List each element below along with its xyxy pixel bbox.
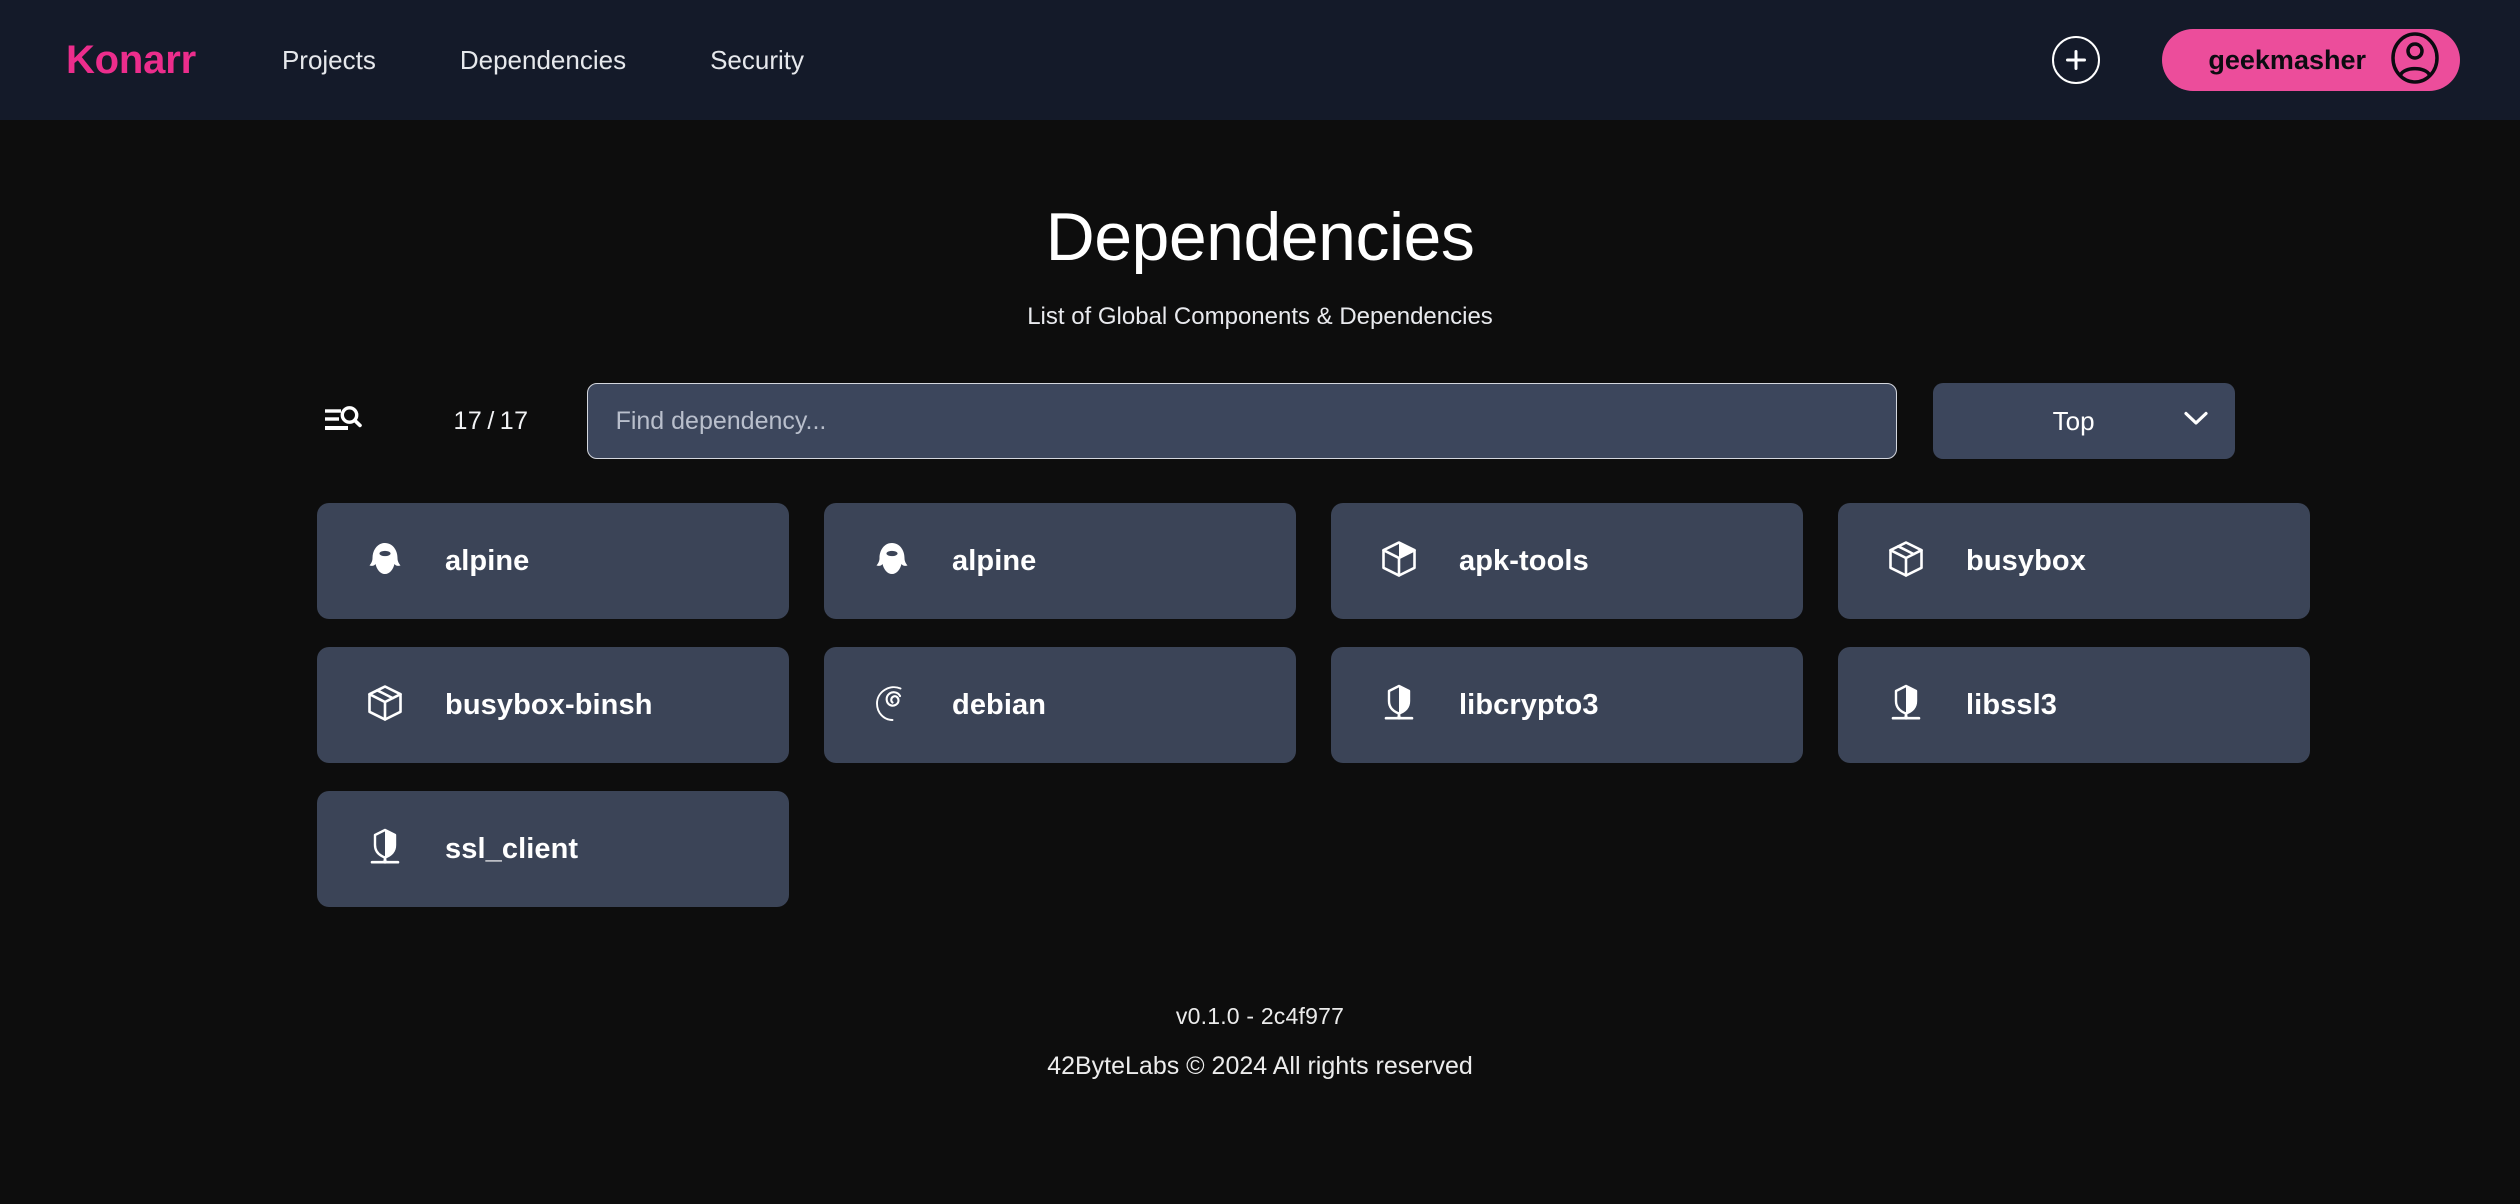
result-count-current: 17	[454, 407, 483, 435]
dependency-card[interactable]: libssl3	[1838, 647, 2310, 763]
copyright-notice: 42ByteLabs © 2024 All rights reserved	[0, 1052, 2520, 1081]
result-count-total: 17	[500, 407, 529, 435]
dependency-card[interactable]: busybox	[1838, 503, 2310, 619]
top-navbar: Konarr Projects Dependencies Security ge…	[0, 0, 2520, 120]
controls-bar: 17/17 Top	[268, 383, 2253, 459]
package-box-icon	[1884, 537, 1928, 586]
primary-navigation: Projects Dependencies Security	[282, 45, 804, 76]
dependency-name: busybox	[1966, 545, 2086, 578]
dependency-name: ssl_client	[445, 833, 578, 866]
result-count: 17/17	[454, 407, 529, 436]
dependency-card[interactable]: ssl_client	[317, 791, 789, 907]
dependency-name: alpine	[445, 545, 529, 578]
result-count-separator: /	[487, 407, 494, 435]
user-circle-icon	[2388, 31, 2442, 90]
search-input[interactable]	[587, 383, 1897, 459]
plus-circle-icon[interactable]	[2052, 36, 2100, 84]
brand-logo[interactable]: Konarr	[66, 38, 196, 83]
dependency-card[interactable]: libcrypto3	[1331, 647, 1803, 763]
dependency-card[interactable]: busybox-binsh	[317, 647, 789, 763]
sort-select[interactable]: Top	[1933, 383, 2235, 459]
debian-swirl-icon	[870, 681, 914, 730]
user-menu-button[interactable]: geekmasher	[2162, 29, 2460, 91]
alpine-penguin-icon	[870, 537, 914, 586]
dependency-name: libssl3	[1966, 689, 2057, 722]
openssl-shield-icon	[1377, 681, 1421, 730]
dependency-card[interactable]: apk-tools	[1331, 503, 1803, 619]
sort-dropdown-wrapper: Top	[1933, 383, 2235, 459]
page-title: Dependencies	[0, 198, 2520, 276]
nav-link-projects[interactable]: Projects	[282, 45, 376, 76]
main-content: Dependencies List of Global Components &…	[0, 120, 2520, 1081]
navbar-actions: geekmasher	[2052, 29, 2460, 91]
nav-link-security[interactable]: Security	[710, 45, 804, 76]
page-footer: v0.1.0 - 2c4f977 42ByteLabs © 2024 All r…	[0, 1003, 2520, 1081]
dependency-name: apk-tools	[1459, 545, 1589, 578]
dependency-name: busybox-binsh	[445, 689, 653, 722]
dependency-name: libcrypto3	[1459, 689, 1599, 722]
app-version: v0.1.0 - 2c4f977	[0, 1003, 2520, 1030]
page-subtitle: List of Global Components & Dependencies	[0, 303, 2520, 331]
openssl-shield-icon	[363, 825, 407, 874]
dependency-name: debian	[952, 689, 1046, 722]
alpine-penguin-icon	[363, 537, 407, 586]
dependency-grid: alpine alpine	[265, 503, 2255, 907]
dependency-card[interactable]: debian	[824, 647, 1296, 763]
username-label: geekmasher	[2208, 45, 2366, 76]
openssl-shield-icon	[1884, 681, 1928, 730]
list-search-icon[interactable]	[320, 398, 366, 444]
package-box-icon	[1377, 537, 1421, 586]
dependency-card[interactable]: alpine	[824, 503, 1296, 619]
search-field-wrapper	[587, 383, 1897, 459]
nav-link-dependencies[interactable]: Dependencies	[460, 45, 626, 76]
dependency-name: alpine	[952, 545, 1036, 578]
package-box-icon	[363, 681, 407, 730]
dependency-card[interactable]: alpine	[317, 503, 789, 619]
